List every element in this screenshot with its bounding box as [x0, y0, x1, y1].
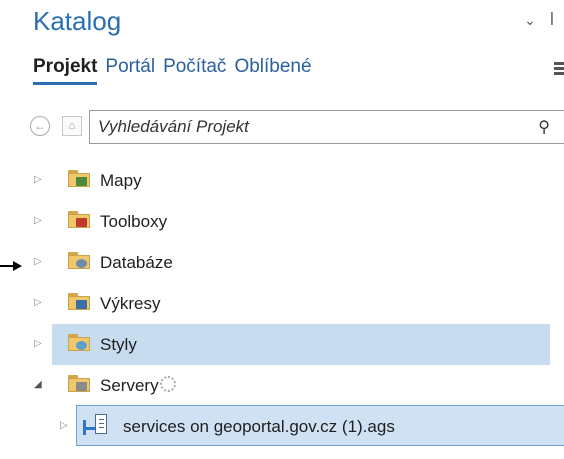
tree-item-label: Výkresy: [100, 294, 161, 313]
database-folder-icon: [68, 251, 90, 271]
expand-arrow-icon[interactable]: ▷: [60, 418, 70, 434]
servers-folder-icon: [68, 374, 90, 394]
tab-projekt[interactable]: Projekt: [33, 56, 98, 85]
catalog-pane: Katalog ⌄ ꟾ Projekt Portál Počítač Oblíb…: [22, 0, 564, 459]
search-box: ⚲: [89, 110, 564, 144]
tree-item-servery[interactable]: ◢ Servery: [22, 365, 564, 406]
back-arrow-icon[interactable]: ←: [30, 116, 50, 136]
toolbox-folder-icon: [68, 210, 90, 230]
tree-item-vykresy[interactable]: ▷ Výkresy: [22, 283, 564, 324]
pane-options-chevron-icon[interactable]: ⌄: [524, 10, 536, 30]
pane-title: Katalog: [33, 6, 122, 36]
tree-item-label: services on geoportal.gov.cz (1).ags: [123, 417, 395, 436]
search-row: ← ⌂ ⚲: [30, 110, 564, 146]
pane-controls: ⌄ ꟾ: [524, 10, 554, 30]
ags-connection-icon: [83, 414, 109, 438]
tab-portal[interactable]: Portál: [105, 56, 155, 85]
loading-spinner-icon: [160, 376, 176, 392]
styles-folder-icon: [68, 333, 90, 353]
hamburger-menu-icon[interactable]: [554, 60, 564, 78]
left-margin: [0, 0, 22, 459]
tree-item-ags-connection[interactable]: ▷ services on geoportal.gov.cz (1).ags: [22, 405, 564, 447]
search-input[interactable]: [96, 115, 500, 139]
expand-arrow-icon[interactable]: ▷: [34, 254, 44, 270]
expand-arrow-icon[interactable]: ▷: [34, 295, 44, 311]
tree-item-styly[interactable]: ▷ Styly: [34, 324, 550, 365]
tree-item-label: Databáze: [100, 253, 173, 272]
expand-arrow-icon[interactable]: ▷: [34, 172, 44, 188]
expand-arrow-icon[interactable]: ▷: [34, 213, 44, 229]
tree-item-label: Mapy: [100, 171, 142, 190]
layouts-folder-icon: [68, 292, 90, 312]
annotation-arrow-icon: [0, 261, 22, 271]
tree-item-label: Servery: [100, 376, 159, 395]
search-icon[interactable]: ⚲: [538, 117, 550, 137]
tab-oblibene[interactable]: Oblíbené: [234, 56, 311, 85]
collapse-arrow-icon[interactable]: ◢: [34, 377, 44, 393]
home-icon[interactable]: ⌂: [62, 116, 82, 136]
tree-item-label: Styly: [100, 335, 137, 354]
tree-item-label: Toolboxy: [100, 212, 168, 231]
maps-folder-icon: [68, 169, 90, 189]
tree-item-databaze[interactable]: ▷ Databáze: [22, 242, 564, 283]
pin-icon[interactable]: ꟾ: [550, 10, 554, 30]
tree-item-toolboxy[interactable]: ▷ Toolboxy: [22, 201, 564, 242]
tree-item-mapy[interactable]: ▷ Mapy: [22, 160, 564, 201]
catalog-tabs: Projekt Portál Počítač Oblíbené: [33, 56, 312, 85]
expand-arrow-icon[interactable]: ▷: [34, 336, 44, 352]
tab-pocitac[interactable]: Počítač: [163, 56, 226, 85]
selected-item-highlight: services on geoportal.gov.cz (1).ags: [76, 405, 564, 446]
